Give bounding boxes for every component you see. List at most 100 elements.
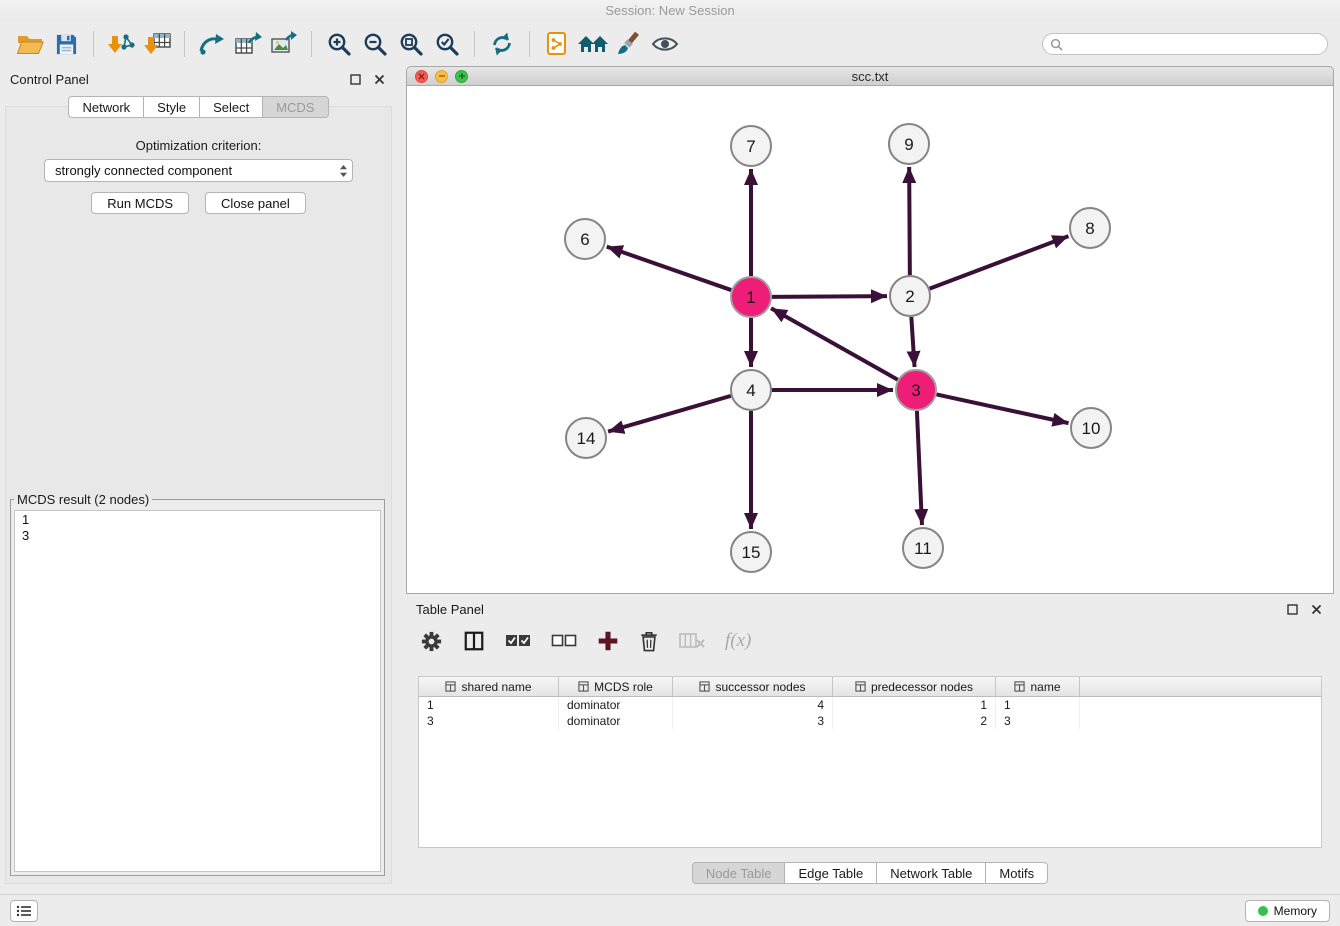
table-settings-button[interactable] [420, 627, 443, 655]
close-table-panel-button[interactable] [1308, 601, 1324, 617]
optimization-criterion-select[interactable]: strongly connected component [44, 159, 353, 182]
task-history-button[interactable] [10, 900, 38, 922]
table-row[interactable]: 1dominator411 [419, 697, 1321, 713]
tab-style[interactable]: Style [143, 96, 200, 118]
mcds-result-item: 3 [22, 528, 373, 544]
column-header-shared-name[interactable]: shared name [419, 677, 559, 696]
tab-select[interactable]: Select [199, 96, 263, 118]
zoom-selected-button[interactable] [429, 26, 465, 62]
show-columns-button[interactable] [463, 627, 485, 655]
float-table-panel-button[interactable] [1284, 601, 1300, 617]
column-header-MCDS-role[interactable]: MCDS role [559, 677, 673, 696]
table-tab-network-table[interactable]: Network Table [876, 862, 986, 884]
edge-1-6[interactable] [607, 247, 731, 290]
network-canvas[interactable]: 7 9 6 8 1 2 4 3 14 10 15 11 [406, 86, 1334, 594]
edge-1-2[interactable] [772, 296, 887, 297]
clone-network-button[interactable] [194, 26, 230, 62]
search-input[interactable] [1067, 36, 1320, 52]
select-all-rows-button[interactable] [505, 627, 531, 655]
table-tab-motifs[interactable]: Motifs [985, 862, 1048, 884]
node-2[interactable]: 2 [890, 276, 930, 316]
import-table-button[interactable] [139, 26, 175, 62]
close-icon [418, 73, 425, 80]
edge-2-8[interactable] [930, 236, 1069, 288]
edge-2-3[interactable] [911, 317, 914, 367]
zoom-in-button[interactable] [321, 26, 357, 62]
column-header-successor-nodes[interactable]: successor nodes [673, 677, 833, 696]
table-toolbar: f(x) [420, 622, 751, 660]
memory-button[interactable]: Memory [1245, 900, 1330, 922]
mcds-result-list[interactable]: 13 [14, 510, 381, 872]
select-all-icon [505, 633, 531, 649]
table-row[interactable]: 3dominator323 [419, 713, 1321, 729]
delete-rows-button[interactable] [639, 627, 659, 655]
edge-4-14[interactable] [608, 396, 731, 432]
close-icon [374, 74, 385, 85]
network-window-titlebar[interactable]: scc.txt [406, 66, 1334, 86]
table-panel-title: Table Panel [416, 602, 484, 617]
delete-columns-button [679, 627, 705, 655]
minimize-icon [438, 72, 446, 80]
mcds-buttons-row: Run MCDS Close panel [0, 192, 397, 214]
toolbar-separator [474, 31, 475, 57]
first-neighbors-button[interactable] [539, 26, 575, 62]
node-7[interactable]: 7 [731, 126, 771, 166]
export-image-button[interactable] [266, 26, 302, 62]
node-11[interactable]: 11 [903, 528, 943, 568]
column-header-name[interactable]: name [996, 677, 1080, 696]
node-10[interactable]: 10 [1071, 408, 1111, 448]
zoom-fit-button[interactable] [393, 26, 429, 62]
edge-3-11[interactable] [917, 411, 922, 525]
column-header-predecessor-nodes[interactable]: predecessor nodes [833, 677, 996, 696]
close-mcds-panel-button[interactable]: Close panel [205, 192, 306, 214]
network-overview-button[interactable] [575, 26, 611, 62]
mcds-result-box: MCDS result (2 nodes) 13 [10, 492, 385, 876]
zoom-out-button[interactable] [357, 26, 393, 62]
float-panel-button[interactable] [347, 71, 363, 87]
save-session-button[interactable] [48, 26, 84, 62]
search-box[interactable] [1042, 33, 1328, 55]
node-label: 6 [580, 230, 589, 249]
table-tab-edge-table[interactable]: Edge Table [784, 862, 877, 884]
column-sort-icon [445, 681, 456, 692]
tab-network[interactable]: Network [68, 96, 144, 118]
zoom-fit-icon [398, 31, 424, 57]
node-label: 8 [1085, 219, 1094, 238]
refresh-button[interactable] [484, 26, 520, 62]
run-mcds-button[interactable]: Run MCDS [91, 192, 189, 214]
node-15[interactable]: 15 [731, 532, 771, 572]
minimize-window-button[interactable] [435, 70, 448, 83]
edge-3-1[interactable] [771, 308, 898, 379]
table-tab-node-table[interactable]: Node Table [692, 862, 786, 884]
apply-style-button[interactable] [611, 26, 647, 62]
import-network-button[interactable] [103, 26, 139, 62]
toolbar-separator [93, 31, 94, 57]
node-4[interactable]: 4 [731, 370, 771, 410]
mcds-result-title: MCDS result (2 nodes) [14, 492, 152, 507]
tab-mcds[interactable]: MCDS [262, 96, 328, 118]
node-8[interactable]: 8 [1070, 208, 1110, 248]
node-3[interactable]: 3 [896, 370, 936, 410]
close-panel-button[interactable] [371, 71, 387, 87]
node-1[interactable]: 1 [731, 277, 771, 317]
table-cell: 3 [996, 713, 1080, 729]
network-graph[interactable]: 7 9 6 8 1 2 4 3 14 10 15 11 [407, 86, 1333, 592]
network-from-table-button[interactable] [230, 26, 266, 62]
node-9[interactable]: 9 [889, 124, 929, 164]
close-window-button[interactable] [415, 70, 428, 83]
node-label: 3 [911, 381, 920, 400]
node-label: 14 [577, 429, 596, 448]
open-session-button[interactable] [12, 26, 48, 62]
trash-icon [639, 630, 659, 653]
edge-3-10[interactable] [937, 394, 1069, 423]
node-6[interactable]: 6 [565, 219, 605, 259]
show-hide-details-button[interactable] [647, 26, 683, 62]
table-cell: 1 [996, 697, 1080, 713]
node-14[interactable]: 14 [566, 418, 606, 458]
deselect-all-rows-button[interactable] [551, 627, 577, 655]
application-window: Session: New Session [0, 0, 1340, 926]
export-image-icon [270, 31, 298, 57]
edge-2-9[interactable] [909, 167, 910, 275]
add-row-button[interactable] [597, 627, 619, 655]
maximize-window-button[interactable] [455, 70, 468, 83]
